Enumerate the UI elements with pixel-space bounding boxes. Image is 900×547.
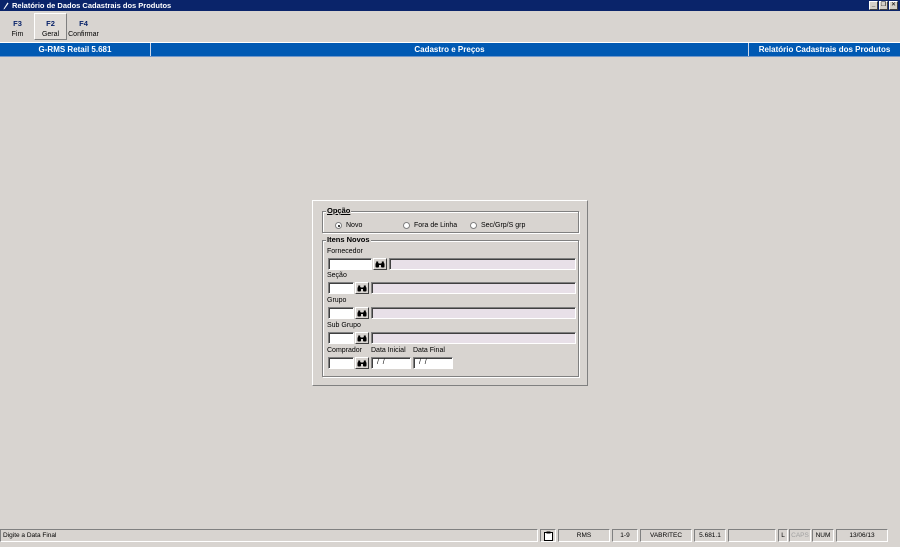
- subgrupo-code-input[interactable]: [328, 332, 354, 344]
- report-panel: Opção Novo Fora de Linha Sec/Grp/S grp I…: [312, 200, 588, 386]
- radio-icon: [403, 222, 410, 229]
- close-button[interactable]: ✕: [889, 1, 898, 10]
- function-toolbar: F3 Fim F2 Geral F4 Confirmar: [0, 11, 900, 42]
- status-date: 13/06/13: [836, 529, 888, 542]
- clipboard-panel[interactable]: [540, 529, 556, 542]
- fkey-code: F2: [46, 19, 55, 28]
- status-version: 5.681.1: [694, 529, 726, 542]
- minimize-button[interactable]: _: [869, 1, 878, 10]
- grupo-code-input[interactable]: [328, 307, 354, 319]
- secao-label: Seção: [327, 272, 347, 279]
- grupo-search-button[interactable]: [355, 307, 369, 319]
- data-final-input[interactable]: / /: [413, 357, 453, 369]
- status-range: 1-9: [612, 529, 638, 542]
- comprador-search-button[interactable]: [355, 357, 369, 369]
- binoculars-icon: [357, 310, 367, 316]
- app-version: G-RMS Retail 5.681: [0, 43, 151, 56]
- title-bar: Relatório de Dados Cadastrais dos Produt…: [0, 0, 900, 11]
- fornecedor-name-field: [389, 258, 576, 270]
- module-title: Cadastro e Preços: [151, 43, 749, 56]
- subgrupo-label: Sub Grupo: [327, 322, 361, 329]
- status-caps: CAPS: [789, 529, 811, 542]
- fkey-code: F4: [79, 19, 88, 28]
- status-bar: Digite a Data Final RMS 1-9 VABRITEC 5.6…: [0, 528, 900, 543]
- subgrupo-search-button[interactable]: [355, 332, 369, 344]
- status-l: L: [778, 529, 788, 542]
- itens-novos-group: Itens Novos Fornecedor Seção Grupo Sub G…: [322, 235, 579, 377]
- radio-fora-de-linha[interactable]: Fora de Linha: [403, 222, 457, 229]
- f2-geral-button[interactable]: F2 Geral: [34, 13, 67, 40]
- opcao-group: Opção Novo Fora de Linha Sec/Grp/S grp: [322, 206, 579, 233]
- status-system: RMS: [558, 529, 610, 542]
- grupo-label: Grupo: [327, 297, 347, 304]
- binoculars-icon: [357, 360, 367, 366]
- fkey-label: Fim: [11, 31, 24, 38]
- window-title: Relatório de Dados Cadastrais dos Produt…: [12, 1, 172, 10]
- fornecedor-search-button[interactable]: [373, 258, 387, 270]
- data-final-label: Data Final: [413, 347, 445, 354]
- fkey-label: Confirmar: [68, 31, 99, 38]
- secao-search-button[interactable]: [355, 282, 369, 294]
- f3-fim-button[interactable]: F3 Fim: [1, 13, 34, 40]
- radio-label: Fora de Linha: [414, 222, 458, 229]
- clipboard-icon: [543, 531, 553, 541]
- radio-label: Sec/Grp/S grp: [481, 222, 526, 229]
- f4-confirmar-button[interactable]: F4 Confirmar: [67, 13, 100, 40]
- window-controls: _ ❐ ✕: [869, 1, 898, 10]
- radio-selected-icon: [335, 222, 342, 229]
- radio-novo[interactable]: Novo: [335, 222, 362, 229]
- fornecedor-code-input[interactable]: [328, 258, 372, 270]
- fornecedor-label: Fornecedor: [327, 248, 363, 255]
- radio-sec-grp-sgrp[interactable]: Sec/Grp/S grp: [470, 222, 525, 229]
- status-num: NUM: [812, 529, 834, 542]
- subgrupo-name-field: [371, 332, 576, 344]
- binoculars-icon: [375, 261, 385, 267]
- binoculars-icon: [357, 335, 367, 341]
- binoculars-icon: [357, 285, 367, 291]
- fkey-label: Geral: [41, 31, 60, 38]
- radio-icon: [470, 222, 477, 229]
- opcao-title: Opção: [326, 206, 352, 215]
- status-company: VABRITEC: [640, 529, 692, 542]
- restore-button[interactable]: ❐: [879, 1, 888, 10]
- status-blank: [728, 529, 776, 542]
- data-inicial-input[interactable]: / /: [371, 357, 411, 369]
- grupo-name-field: [371, 307, 576, 319]
- header-band: G-RMS Retail 5.681 Cadastro e Preços Rel…: [0, 42, 900, 57]
- screen-title: Relatório Cadastrais dos Produtos: [758, 45, 891, 54]
- itens-novos-title: Itens Novos: [326, 235, 371, 244]
- secao-code-input[interactable]: [328, 282, 354, 294]
- status-message: Digite a Data Final: [0, 529, 538, 542]
- data-inicial-label: Data Inicial: [371, 347, 406, 354]
- comprador-label: Comprador: [327, 347, 363, 354]
- fkey-code: F3: [13, 19, 22, 28]
- radio-label: Novo: [346, 222, 363, 229]
- pen-icon: [3, 2, 9, 9]
- secao-name-field: [371, 282, 576, 294]
- comprador-code-input[interactable]: [328, 357, 354, 369]
